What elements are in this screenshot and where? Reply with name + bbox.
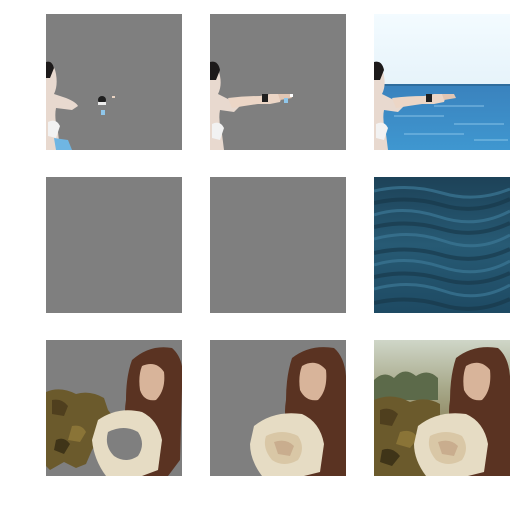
panel-beach-original [374, 14, 510, 150]
beach-arm-partial-icon [46, 14, 182, 150]
panel-woman-segment-partial [46, 340, 182, 476]
woman-forest-icon [374, 340, 510, 476]
beach-sea-person-icon [374, 14, 510, 150]
image-grid [0, 0, 520, 510]
empty-mask-icon [46, 177, 182, 313]
woman-forest-partial-icon [46, 340, 182, 476]
beach-arm-full-icon [210, 14, 346, 150]
panel-beach-segment-partial [46, 14, 182, 150]
panel-ocean-segment-empty-b [210, 177, 346, 313]
panel-ocean-segment-empty-a [46, 177, 182, 313]
panel-beach-segment-arm [210, 14, 346, 150]
panel-woman-segment-cutout [210, 340, 346, 476]
ocean-waves-icon [374, 177, 510, 313]
panel-woman-original [374, 340, 510, 476]
panel-ocean-original [374, 177, 510, 313]
woman-cutout-icon [210, 340, 346, 476]
empty-mask-icon [210, 177, 346, 313]
